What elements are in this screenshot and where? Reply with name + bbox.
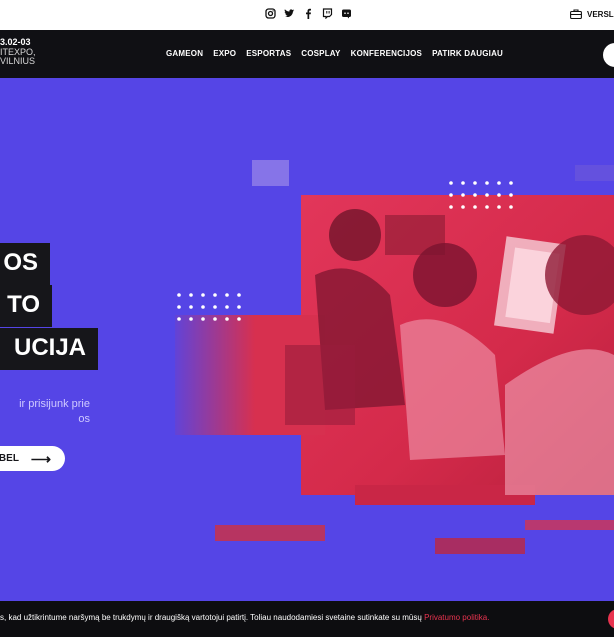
event-city: VILNIUS [0,56,36,66]
event-info[interactable]: 3.02-03 ITEXPO, VILNIUS [0,37,36,67]
cookie-text: s, kad užtikrintume naršymą be trukdymų … [0,613,489,622]
decor-block [435,538,525,554]
briefcase-icon [570,9,582,19]
hero-subtext: ir prisijunk prie os [0,397,90,427]
nav-item-cosplay[interactable]: COSPLAY [301,49,340,58]
nav-item-konferencijos[interactable]: KONFERENCIJOS [351,49,423,58]
hero-esports-image [175,160,614,554]
nav-menu: GAMEON EXPO ESPORTAS COSPLAY KONFERENCIJ… [166,49,503,58]
twitch-icon[interactable] [322,8,333,20]
privacy-policy-link[interactable]: Privatumo politika. [424,613,489,622]
hero-cta-button[interactable]: BEL ⟶ [0,446,65,471]
arrow-right-icon: ⟶ [30,450,51,467]
hero-cta-label: BEL [0,453,19,464]
discord-icon[interactable] [341,8,352,20]
nav-item-esportas[interactable]: ESPORTAS [246,49,291,58]
hero-subtext-line-2: os [78,413,90,425]
instagram-icon[interactable] [265,8,276,20]
hero-headline-line-2: TO [0,285,52,327]
nav-cta-button[interactable] [603,43,614,67]
social-links [265,8,352,20]
decor-block [525,520,614,530]
main-navbar: 3.02-03 ITEXPO, VILNIUS GAMEON EXPO ESPO… [0,30,614,78]
photo-left-fade [175,315,255,435]
hero-headline-line-1: OS [0,243,50,285]
decor-block [575,165,614,181]
hero-headline-line-3: UCIJA [0,328,98,370]
decor-block [252,160,289,186]
decor-block [215,525,325,541]
business-link[interactable]: VERSLU [570,9,614,19]
hero-subtext-line-1: ir prisijunk prie [19,398,90,410]
cookie-message: s, kad užtikrintume naršymą be trukdymų … [0,613,425,622]
cookie-accept-button[interactable] [608,609,614,629]
nav-item-patirk-daugiau[interactable]: PATIRK DAUGIAU [432,49,503,58]
nav-item-gameon[interactable]: GAMEON [166,49,203,58]
nav-item-expo[interactable]: EXPO [213,49,236,58]
cookie-banner: s, kad užtikrintume naršymą be trukdymų … [0,601,614,637]
top-bar: VERSLU [0,0,614,30]
facebook-icon[interactable] [303,8,314,20]
twitter-icon[interactable] [284,8,295,20]
business-label: VERSLU [587,9,614,19]
